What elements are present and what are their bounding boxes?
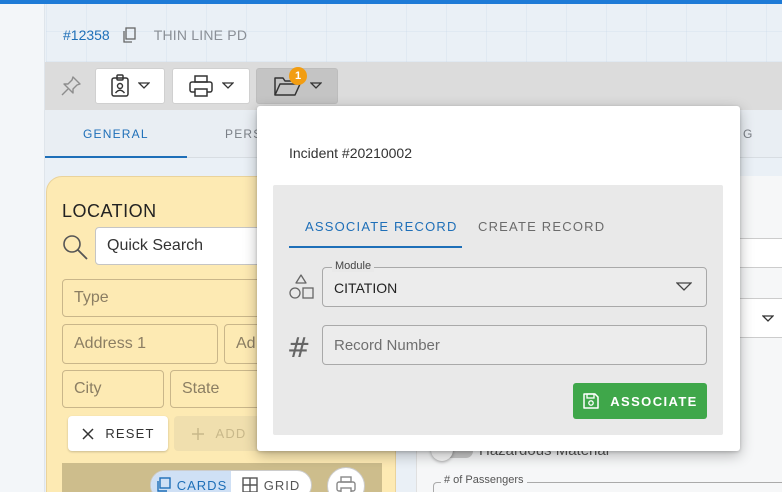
record-header: #12358 THIN LINE PD xyxy=(63,26,247,44)
chevron-down-icon xyxy=(676,282,692,291)
associate-menu-button[interactable]: 1 xyxy=(256,67,338,104)
chevron-down-icon xyxy=(762,315,774,322)
tab-associate-record[interactable]: ASSOCIATE RECORD xyxy=(305,219,458,234)
search-icon[interactable] xyxy=(61,233,89,261)
plus-icon xyxy=(192,427,205,440)
record-number-link[interactable]: #12358 xyxy=(63,27,110,43)
state-field[interactable]: State xyxy=(170,370,270,408)
close-icon xyxy=(82,427,94,440)
save-icon xyxy=(583,393,599,409)
type-field[interactable]: Type xyxy=(62,279,272,317)
print-menu-button[interactable] xyxy=(172,68,250,104)
tab-active-indicator xyxy=(45,156,187,158)
id-badge-icon xyxy=(111,74,129,97)
tab-create-record[interactable]: CREATE RECORD xyxy=(478,219,605,234)
pin-icon[interactable] xyxy=(59,74,83,98)
popover-title: Incident #20210002 xyxy=(289,145,412,161)
grid-icon xyxy=(242,477,258,492)
associate-popover: Incident #20210002 ASSOCIATE RECORD CREA… xyxy=(257,106,740,451)
address1-field[interactable]: Address 1 xyxy=(62,324,218,364)
print-location-button[interactable] xyxy=(327,467,365,492)
tab-other[interactable]: G xyxy=(743,127,754,141)
add-button[interactable]: ADD xyxy=(174,416,264,451)
view-toggle: CARDS GRID xyxy=(150,470,312,492)
right-field[interactable] xyxy=(737,238,782,268)
record-number-placeholder: Record Number xyxy=(334,337,440,354)
associate-button[interactable]: ASSOCIATE xyxy=(573,383,707,419)
shapes-icon xyxy=(289,274,314,299)
location-title: LOCATION xyxy=(62,201,157,221)
grid-label: GRID xyxy=(263,477,301,492)
quick-search-input[interactable]: Quick Search xyxy=(95,227,265,265)
record-number-input[interactable]: Record Number xyxy=(322,325,707,365)
print-icon xyxy=(336,476,356,492)
add-label: ADD xyxy=(215,426,247,441)
module-select[interactable]: Module CITATION xyxy=(322,260,707,307)
cards-label: CARDS xyxy=(176,477,228,492)
view-grid-button[interactable]: GRID xyxy=(231,471,311,492)
notification-badge: 1 xyxy=(289,67,307,85)
associate-label: ASSOCIATE xyxy=(610,393,698,409)
view-cards-button[interactable]: CARDS xyxy=(151,471,231,492)
reset-button[interactable]: RESET xyxy=(68,416,168,451)
tab-general[interactable]: GENERAL xyxy=(83,127,149,141)
module-label: Module xyxy=(332,260,375,272)
left-gutter xyxy=(0,4,45,492)
agency-title: THIN LINE PD xyxy=(153,27,248,43)
module-value: CITATION xyxy=(334,280,398,296)
id-badge-menu-button[interactable] xyxy=(95,68,165,104)
location-footer: CARDS GRID xyxy=(62,463,382,492)
hash-icon: # xyxy=(287,331,311,364)
reset-label: RESET xyxy=(105,426,155,441)
popover-body: ASSOCIATE RECORD CREATE RECORD Module CI… xyxy=(273,185,723,435)
city-field[interactable]: City xyxy=(62,370,164,408)
popover-tab-indicator xyxy=(289,246,462,248)
passengers-label: # of Passengers xyxy=(441,474,527,486)
toolbar: 1 xyxy=(45,62,782,110)
cards-icon xyxy=(157,477,171,492)
chevron-down-icon xyxy=(310,82,322,89)
chevron-down-icon xyxy=(138,82,150,89)
copy-icon[interactable] xyxy=(120,26,138,44)
right-select[interactable] xyxy=(737,298,782,338)
chevron-down-icon xyxy=(222,82,234,89)
print-icon xyxy=(189,75,213,97)
